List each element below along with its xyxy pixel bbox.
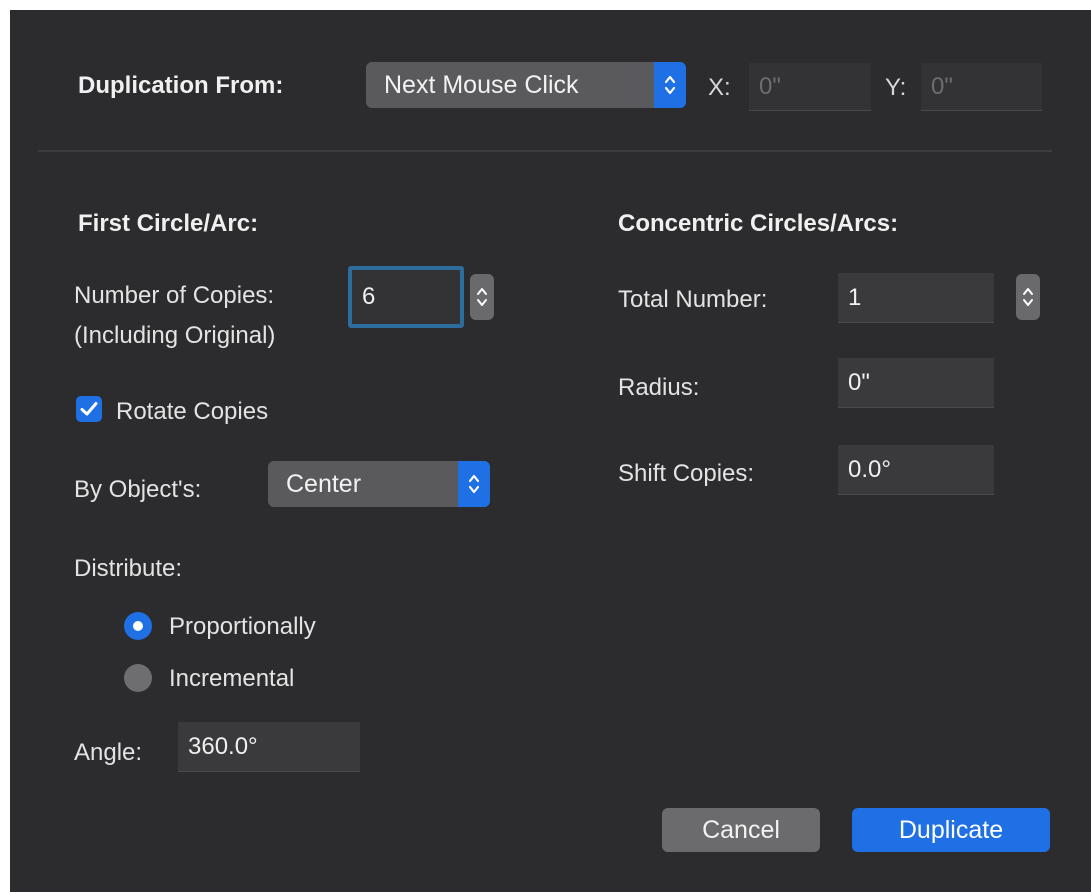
radius-field[interactable]: 0" xyxy=(838,358,994,408)
duplication-from-label: Duplication From: xyxy=(78,72,284,99)
proportionally-radio[interactable] xyxy=(124,612,152,640)
total-number-stepper[interactable] xyxy=(1016,274,1040,320)
angle-value: 360.0° xyxy=(188,732,258,760)
incremental-radio[interactable] xyxy=(124,664,152,692)
by-object-label: By Object's: xyxy=(74,476,202,503)
chevron-updown-icon xyxy=(458,461,490,507)
duplication-from-popup[interactable]: Next Mouse Click xyxy=(366,62,686,108)
y-field[interactable]: 0" xyxy=(921,63,1042,111)
rotate-copies-label[interactable]: Rotate Copies xyxy=(116,398,268,426)
y-value: 0" xyxy=(931,72,953,100)
cancel-button[interactable]: Cancel xyxy=(662,808,820,852)
radius-value: 0" xyxy=(848,368,870,396)
incremental-label[interactable]: Incremental xyxy=(169,665,294,693)
copies-stepper[interactable] xyxy=(470,274,494,320)
angle-field[interactable]: 360.0° xyxy=(178,722,360,772)
x-label: X: xyxy=(708,74,731,101)
chevron-updown-icon xyxy=(654,62,686,108)
rotate-copies-checkbox[interactable] xyxy=(76,396,102,422)
radio-dot-icon xyxy=(133,621,143,631)
duplicate-button[interactable]: Duplicate xyxy=(852,808,1050,852)
angle-label: Angle: xyxy=(74,739,143,766)
stepper-arrows-icon xyxy=(477,288,487,306)
proportionally-label[interactable]: Proportionally xyxy=(169,613,316,641)
shift-copies-field[interactable]: 0.0° xyxy=(838,445,994,495)
copies-label: Number of Copies: xyxy=(74,282,275,309)
duplication-from-value: Next Mouse Click xyxy=(384,70,579,99)
first-circle-heading: First Circle/Arc: xyxy=(78,210,259,237)
copies-value: 6 xyxy=(362,283,376,310)
total-number-label: Total Number: xyxy=(618,286,768,313)
total-number-value: 1 xyxy=(848,283,862,311)
copies-sublabel: (Including Original) xyxy=(74,322,276,349)
concentric-heading: Concentric Circles/Arcs: xyxy=(618,210,899,237)
shift-copies-label: Shift Copies: xyxy=(618,460,755,487)
copies-field[interactable]: 6 xyxy=(348,266,464,328)
x-value: 0" xyxy=(759,72,781,100)
x-field[interactable]: 0" xyxy=(749,63,871,111)
duplicate-dialog: Duplication From: Next Mouse Click X: 0"… xyxy=(10,10,1091,892)
distribute-label: Distribute: xyxy=(74,555,183,582)
total-number-field[interactable]: 1 xyxy=(838,273,994,323)
radius-label: Radius: xyxy=(618,374,700,401)
by-object-popup[interactable]: Center xyxy=(268,461,490,507)
y-label: Y: xyxy=(885,74,907,101)
by-object-value: Center xyxy=(286,469,362,498)
stepper-arrows-icon xyxy=(1023,288,1033,306)
shift-copies-value: 0.0° xyxy=(848,455,891,483)
checkmark-icon xyxy=(80,402,98,416)
header-divider xyxy=(38,150,1052,152)
